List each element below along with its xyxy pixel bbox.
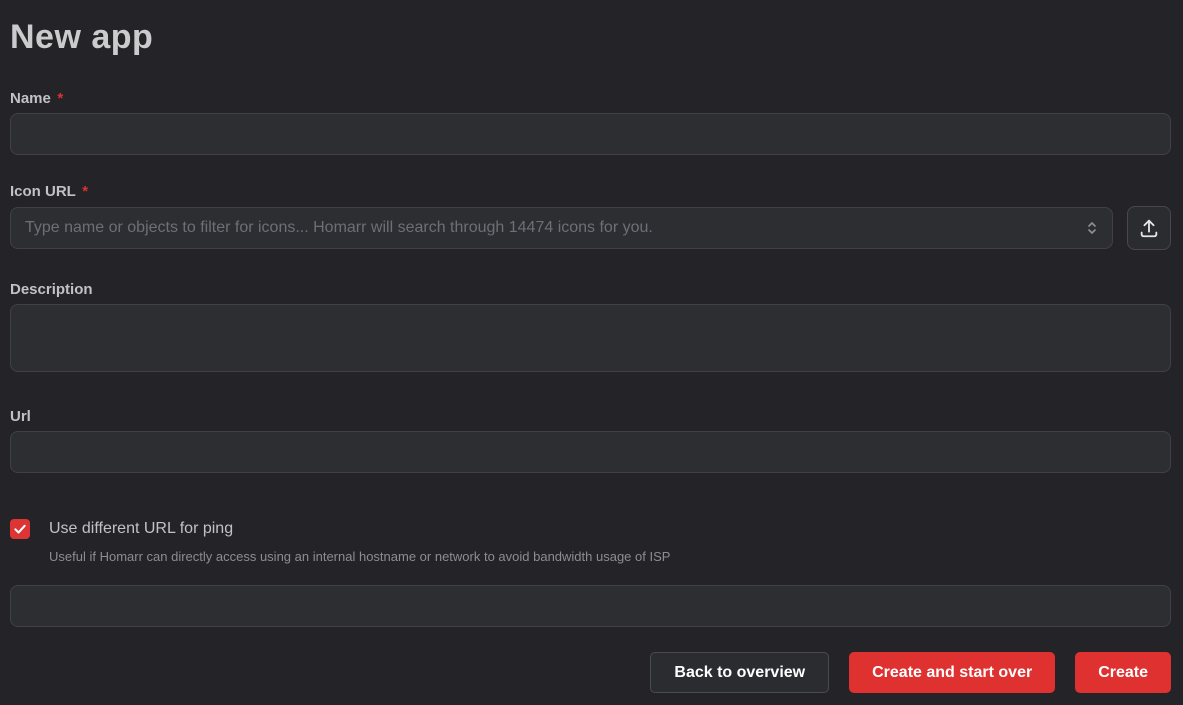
- name-field-group: Name *: [10, 90, 1171, 155]
- url-field-group: Url: [10, 408, 1171, 473]
- ping-url-input[interactable]: [10, 585, 1171, 627]
- name-required-asterisk: *: [57, 90, 63, 107]
- create-button[interactable]: Create: [1075, 652, 1171, 693]
- icon-search-input[interactable]: [10, 207, 1113, 249]
- url-label: Url: [10, 408, 31, 425]
- back-to-overview-button[interactable]: Back to overview: [650, 652, 829, 693]
- icon-url-field-group: Icon URL *: [10, 183, 1171, 250]
- icon-url-label-row: Icon URL *: [10, 183, 1171, 201]
- name-label: Name: [10, 90, 51, 107]
- new-app-form: New app Name * Icon URL *: [0, 0, 1183, 693]
- ping-checkbox-row: Use different URL for ping: [10, 517, 1171, 541]
- ping-checkbox[interactable]: [10, 519, 30, 539]
- ping-checkbox-label[interactable]: Use different URL for ping: [49, 517, 233, 541]
- icon-url-row: [10, 206, 1171, 250]
- upload-icon-button[interactable]: [1127, 206, 1171, 250]
- create-and-start-over-button[interactable]: Create and start over: [849, 652, 1055, 693]
- ping-section: Use different URL for ping Useful if Hom…: [10, 517, 1171, 627]
- name-label-row: Name *: [10, 90, 1171, 108]
- icon-url-label: Icon URL: [10, 183, 76, 200]
- page-title: New app: [10, 14, 1171, 60]
- description-label: Description: [10, 281, 93, 298]
- form-actions: Back to overview Create and start over C…: [10, 652, 1171, 693]
- name-input[interactable]: [10, 113, 1171, 155]
- icon-url-required-asterisk: *: [82, 183, 88, 200]
- upload-icon: [1138, 217, 1160, 239]
- url-input[interactable]: [10, 431, 1171, 473]
- url-label-row: Url: [10, 408, 1171, 426]
- ping-helper-text: Useful if Homarr can directly access usi…: [49, 548, 1171, 565]
- description-field-group: Description: [10, 281, 1171, 377]
- icon-select: [10, 207, 1113, 249]
- description-textarea[interactable]: [10, 304, 1171, 372]
- description-label-row: Description: [10, 281, 1171, 299]
- ping-url-wrap: [10, 585, 1171, 627]
- check-icon: [13, 522, 27, 536]
